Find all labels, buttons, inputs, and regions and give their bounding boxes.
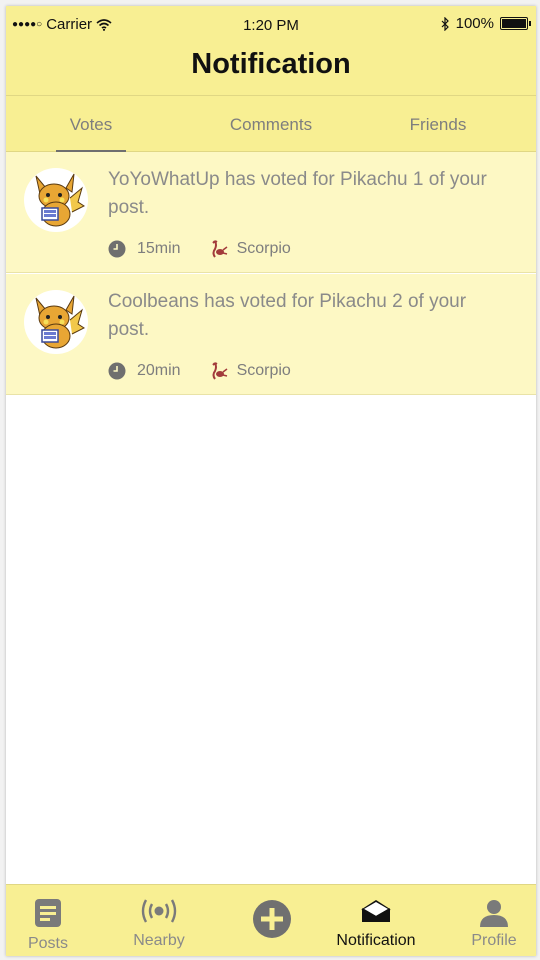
page-title: Notification	[191, 48, 351, 80]
avatar[interactable]	[24, 168, 88, 232]
status-right: 100%	[441, 15, 531, 32]
tab-posts-label: Posts	[27, 935, 68, 952]
raichu-avatar-icon	[35, 295, 85, 349]
notification-sign: Scorpio	[236, 240, 291, 257]
add-post-button[interactable]	[230, 885, 314, 956]
add-icon	[253, 900, 291, 938]
notification-sign: Scorpio	[236, 362, 291, 379]
notification-item[interactable]: YoYoWhatUp has voted for Pikachu 1 of yo…	[6, 152, 536, 273]
scorpio-icon	[211, 362, 228, 380]
tab-nearby[interactable]: Nearby	[111, 885, 207, 956]
battery-icon	[500, 17, 531, 30]
tab-notification[interactable]: Notification	[326, 885, 426, 956]
tab-votes[interactable]: Votes	[6, 96, 176, 152]
tab-profile-label: Profile	[471, 932, 517, 949]
notification-item[interactable]: Coolbeans has voted for Pikachu 2 of you…	[6, 274, 536, 395]
envelope-open-icon	[361, 900, 391, 922]
status-bar: ●●●●○ Carrier 1:20 PM 100%	[6, 6, 536, 40]
top-bar: ●●●●○ Carrier 1:20 PM 100% Notification	[6, 6, 536, 152]
raichu-avatar-icon	[35, 173, 85, 227]
tab-notification-label: Notification	[336, 932, 416, 949]
broadcast-icon	[141, 899, 177, 923]
notification-message: Coolbeans has voted for Pikachu 2 of you…	[108, 291, 467, 340]
posts-icon	[35, 899, 61, 927]
tab-comments[interactable]: Comments	[186, 96, 356, 152]
tab-nearby-label: Nearby	[133, 932, 185, 949]
notification-time: 20min	[137, 362, 181, 379]
app-screen: ●●●●○ Carrier 1:20 PM 100% Notification	[6, 6, 536, 956]
person-icon	[480, 900, 508, 927]
bottom-tab-bar: Posts Nearby Notification Profile	[6, 884, 536, 956]
notification-meta: 20min Scorpio	[108, 361, 291, 381]
clock-icon	[108, 362, 126, 380]
notification-time: 15min	[137, 240, 181, 257]
tab-profile[interactable]: Profile	[452, 885, 536, 956]
tab-friends[interactable]: Friends	[353, 96, 523, 152]
notification-message: YoYoWhatUp has voted for Pikachu 1 of yo…	[108, 169, 487, 218]
battery-percent: 100%	[455, 15, 494, 32]
notification-meta: 15min Scorpio	[108, 239, 291, 259]
clock-icon	[108, 240, 126, 258]
tab-posts[interactable]: Posts	[6, 885, 90, 956]
bluetooth-icon	[441, 16, 449, 31]
tab-bar-top: Votes Comments Friends	[6, 96, 536, 152]
avatar[interactable]	[24, 290, 88, 354]
scorpio-icon	[211, 240, 228, 258]
